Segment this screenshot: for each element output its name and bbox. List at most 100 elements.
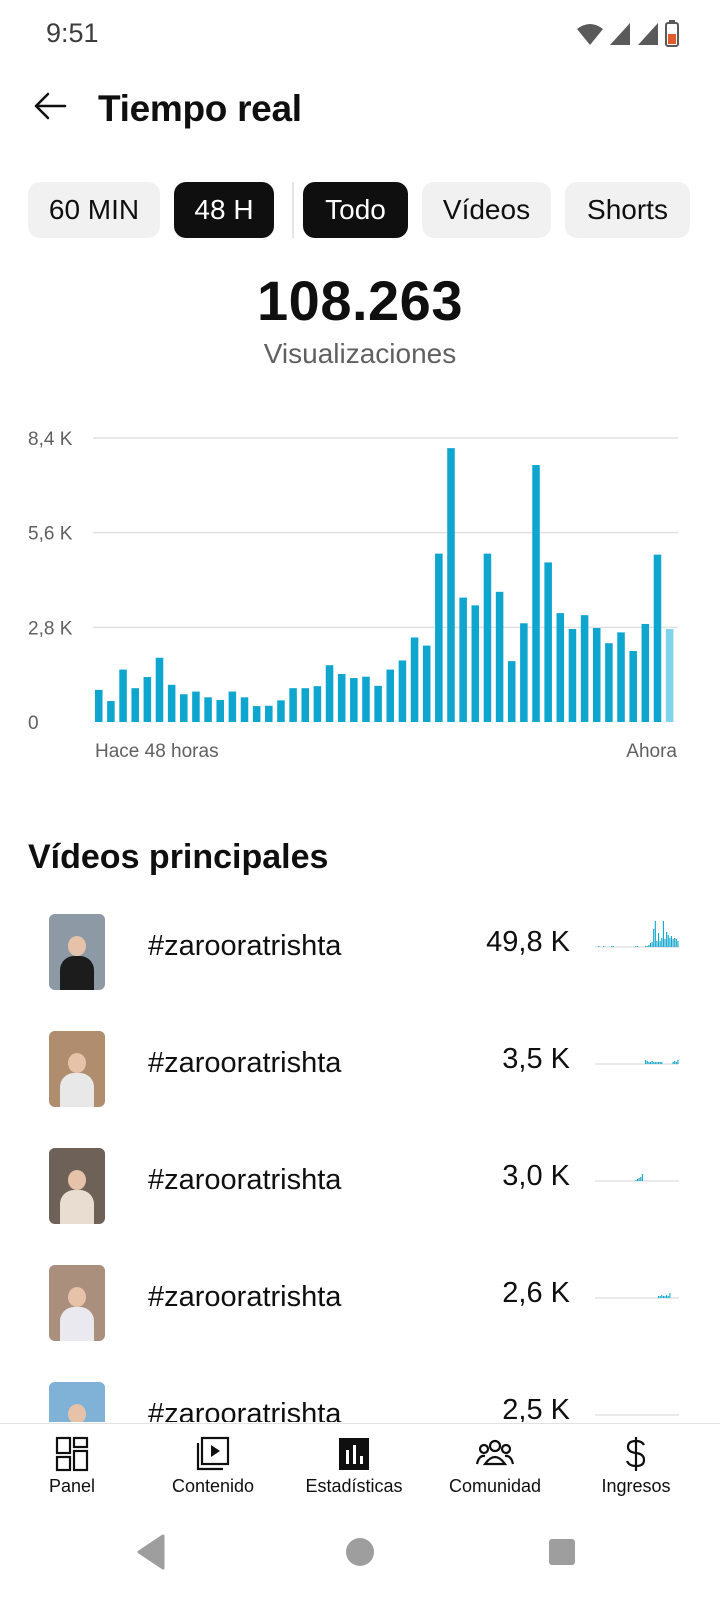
sparkline-bar	[635, 1180, 637, 1181]
chart-bar	[240, 697, 249, 722]
thumbnail-clothing	[60, 1307, 94, 1341]
system-recents-icon[interactable]	[540, 1530, 584, 1574]
nav-item-estadisticas[interactable]: Estadísticas	[282, 1436, 426, 1506]
nav-item-ingresos[interactable]: Ingresos	[564, 1436, 708, 1506]
sparkline-bar	[646, 946, 648, 947]
chart-bar	[265, 705, 273, 722]
chip-videos[interactable]: Vídeos	[422, 182, 551, 238]
chart-bar	[592, 628, 601, 722]
nav-item-comunidad[interactable]: Comunidad	[423, 1436, 567, 1506]
sparkline-bar	[659, 1062, 661, 1064]
thumbnail-person	[68, 1170, 86, 1190]
video-views: 2,5 K	[502, 1394, 570, 1422]
thumbnail-person	[68, 936, 86, 956]
chart-bar	[337, 673, 346, 722]
video-sparkline	[595, 921, 679, 948]
video-title: #zarooratrishta	[148, 1164, 342, 1196]
content-icon	[196, 1436, 230, 1471]
wifi-icon	[577, 24, 603, 45]
sparkline-bar	[658, 933, 660, 947]
sparkline-bar	[637, 1179, 639, 1181]
video-row[interactable]: #zarooratrishta 3,0 K	[0, 1134, 720, 1252]
nav-item-contenido[interactable]: Contenido	[141, 1436, 285, 1506]
sparkline-bar	[661, 938, 663, 947]
sparkline-bar	[659, 1296, 661, 1298]
system-back-icon[interactable]	[130, 1530, 174, 1574]
chart-bar	[410, 637, 419, 722]
sparkline-bar	[635, 946, 637, 947]
signal-icon	[610, 23, 630, 45]
system-home-icon[interactable]	[338, 1530, 382, 1574]
sparkline-bar	[662, 921, 664, 947]
nav-item-panel[interactable]: Panel	[0, 1436, 144, 1506]
video-row[interactable]: #zarooratrishta 2,5 K	[0, 1368, 720, 1422]
chip-label: Vídeos	[442, 194, 531, 225]
chart-bar	[180, 694, 188, 722]
chart-bar	[483, 553, 492, 722]
sparkline-bar	[658, 1296, 660, 1298]
sparkline-bar	[666, 1295, 668, 1298]
chart-bar	[252, 706, 261, 722]
analytics-icon	[339, 1438, 369, 1470]
sparkline-bar	[670, 936, 673, 947]
chart-bar	[580, 615, 589, 722]
total-views-label: Visualizaciones	[263, 338, 457, 369]
chart-bar	[107, 701, 115, 722]
back-arrow-icon	[34, 92, 67, 120]
filter-chips: 60 MIN 48 H Todo Vídeos Shorts	[28, 182, 720, 238]
chart-bar	[629, 651, 637, 722]
system-navigation-bar	[0, 1508, 720, 1600]
chip-label: Todo	[325, 194, 386, 225]
sparkline-bar	[669, 1293, 671, 1298]
chart-bar	[447, 448, 455, 722]
chart-bar	[204, 697, 212, 722]
video-row[interactable]: #zarooratrishta 2,6 K	[0, 1251, 720, 1369]
video-thumbnail	[49, 1148, 105, 1224]
nav-label: Contenido	[171, 1476, 255, 1496]
chart-bar	[216, 700, 224, 722]
y-tick-label: 0	[28, 713, 39, 734]
chart-bar	[228, 691, 237, 722]
video-title: #zarooratrishta	[148, 1398, 342, 1422]
chip-60-min[interactable]: 60 MIN	[28, 182, 160, 238]
chart-bar	[301, 688, 310, 722]
sparkline-bar	[640, 1177, 642, 1181]
bar-chart: 0 2,8 K 5,6 K 8,4 K Hace 48 horas Ahora	[28, 429, 678, 762]
sparkline-bar	[666, 932, 668, 947]
chart-bar	[95, 689, 103, 722]
chart-bar	[119, 669, 127, 722]
sparkline-bar	[674, 1061, 676, 1064]
chart-bar	[386, 669, 395, 722]
sparkline-bar	[674, 938, 676, 947]
bottom-navigation: Panel Contenido Estadísticas Comunidad I…	[0, 1423, 720, 1508]
video-thumbnail	[49, 1031, 105, 1107]
video-title: #zarooratrishta	[148, 930, 342, 962]
thumbnail-clothing	[60, 1190, 94, 1224]
sparkline-bar	[648, 945, 650, 947]
video-views: 49,8 K	[486, 926, 570, 958]
video-thumbnail	[49, 914, 105, 990]
thumbnail-clothing	[60, 1073, 94, 1107]
chip-shorts[interactable]: Shorts	[565, 182, 690, 238]
chart-bar	[653, 554, 662, 722]
chip-48-h[interactable]: 48 H	[174, 182, 274, 238]
chip-divider	[292, 182, 294, 238]
sparkline-bar	[645, 946, 647, 947]
sparkline-bar	[649, 943, 652, 947]
thumbnail-person	[68, 1053, 86, 1073]
chip-todo[interactable]: Todo	[303, 182, 408, 238]
video-thumbnail	[49, 1382, 105, 1422]
sparkline-bar	[611, 946, 613, 947]
battery-icon	[665, 20, 679, 47]
chip-label: 48 H	[194, 194, 254, 225]
video-sparkline	[595, 1060, 679, 1065]
video-sparkline	[595, 1414, 679, 1416]
sparkline-bar	[669, 938, 671, 947]
chart-bar	[350, 678, 358, 722]
nav-label: Panel	[48, 1476, 96, 1496]
video-row[interactable]: #zarooratrishta 3,5 K	[0, 1017, 720, 1135]
back-button[interactable]	[28, 84, 72, 128]
video-views: 2,6 K	[502, 1277, 570, 1309]
video-row[interactable]: #zarooratrishta 49,8 K	[0, 900, 720, 1018]
sparkline-bar	[598, 946, 600, 947]
